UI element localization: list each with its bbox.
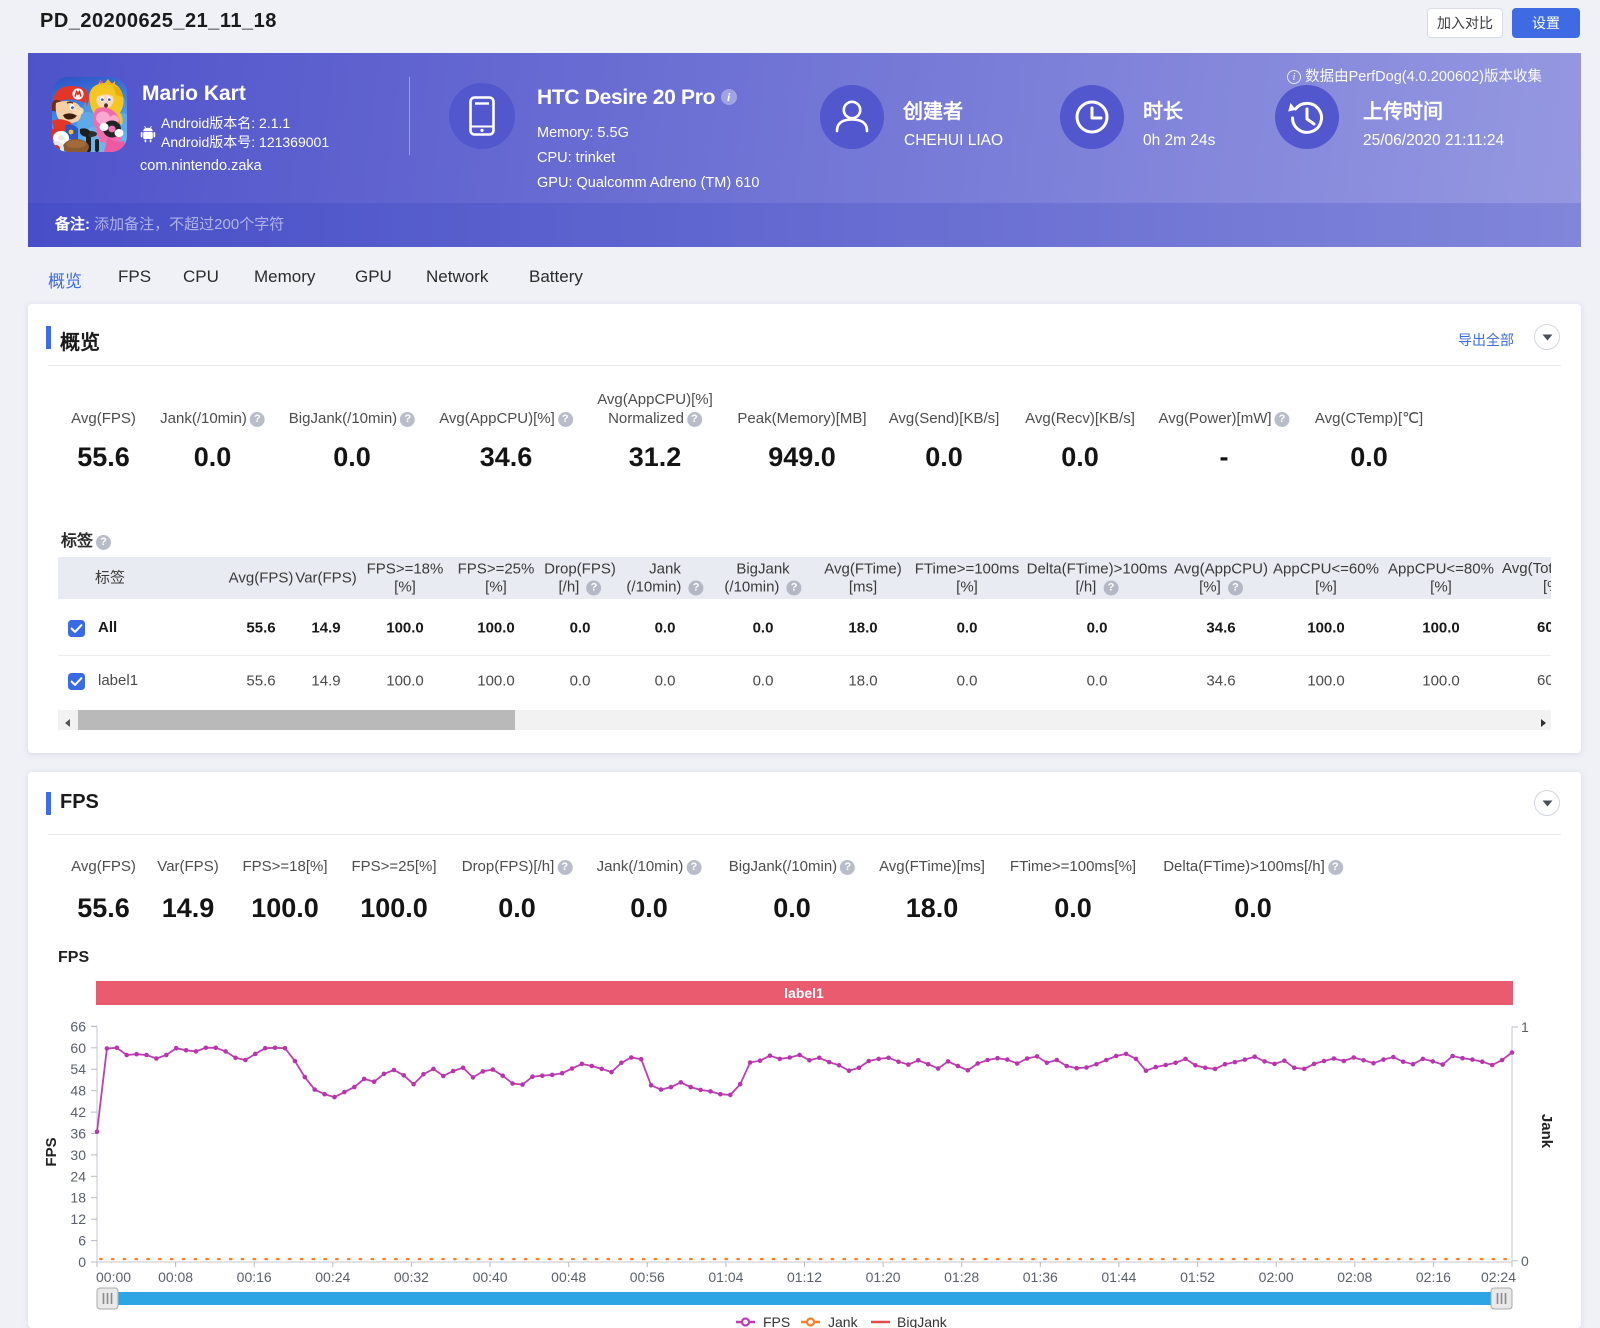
svg-text:00:40: 00:40 xyxy=(473,1269,508,1285)
svg-text:0: 0 xyxy=(78,1254,86,1270)
svg-text:00:00: 00:00 xyxy=(96,1269,131,1285)
svg-text:30: 30 xyxy=(70,1147,86,1163)
svg-text:01:28: 01:28 xyxy=(944,1269,979,1285)
svg-text:18: 18 xyxy=(70,1190,86,1206)
svg-text:1: 1 xyxy=(1521,1019,1529,1035)
svg-text:02:16: 02:16 xyxy=(1416,1269,1451,1285)
svg-text:00:48: 00:48 xyxy=(551,1269,586,1285)
svg-text:6: 6 xyxy=(78,1233,86,1249)
svg-text:00:08: 00:08 xyxy=(158,1269,193,1285)
svg-text:FPS: FPS xyxy=(43,1137,60,1166)
svg-text:01:36: 01:36 xyxy=(1023,1269,1058,1285)
svg-text:24: 24 xyxy=(70,1168,86,1184)
svg-text:60: 60 xyxy=(70,1040,86,1056)
svg-text:00:32: 00:32 xyxy=(394,1269,429,1285)
svg-text:12: 12 xyxy=(70,1211,86,1227)
svg-text:label1: label1 xyxy=(784,985,824,1001)
svg-text:02:00: 02:00 xyxy=(1259,1269,1294,1285)
svg-text:36: 36 xyxy=(70,1126,86,1142)
svg-text:02:24: 02:24 xyxy=(1481,1269,1516,1285)
svg-text:01:44: 01:44 xyxy=(1101,1269,1136,1285)
svg-text:02:08: 02:08 xyxy=(1337,1269,1372,1285)
svg-text:Jank: Jank xyxy=(1538,1114,1555,1149)
svg-text:01:20: 01:20 xyxy=(866,1269,901,1285)
svg-text:00:56: 00:56 xyxy=(630,1269,665,1285)
svg-text:01:12: 01:12 xyxy=(787,1269,822,1285)
svg-text:01:52: 01:52 xyxy=(1180,1269,1215,1285)
svg-text:FPS: FPS xyxy=(763,1314,790,1328)
svg-text:01:04: 01:04 xyxy=(708,1269,743,1285)
svg-text:42: 42 xyxy=(70,1104,86,1120)
svg-text:Jank: Jank xyxy=(828,1314,859,1328)
svg-text:BigJank: BigJank xyxy=(897,1314,948,1328)
svg-text:66: 66 xyxy=(70,1018,86,1034)
svg-text:00:24: 00:24 xyxy=(315,1269,350,1285)
svg-text:00:16: 00:16 xyxy=(237,1269,272,1285)
svg-text:FPS: FPS xyxy=(58,949,89,966)
svg-text:54: 54 xyxy=(70,1061,86,1077)
svg-text:0: 0 xyxy=(1521,1253,1529,1269)
svg-text:48: 48 xyxy=(70,1083,86,1099)
